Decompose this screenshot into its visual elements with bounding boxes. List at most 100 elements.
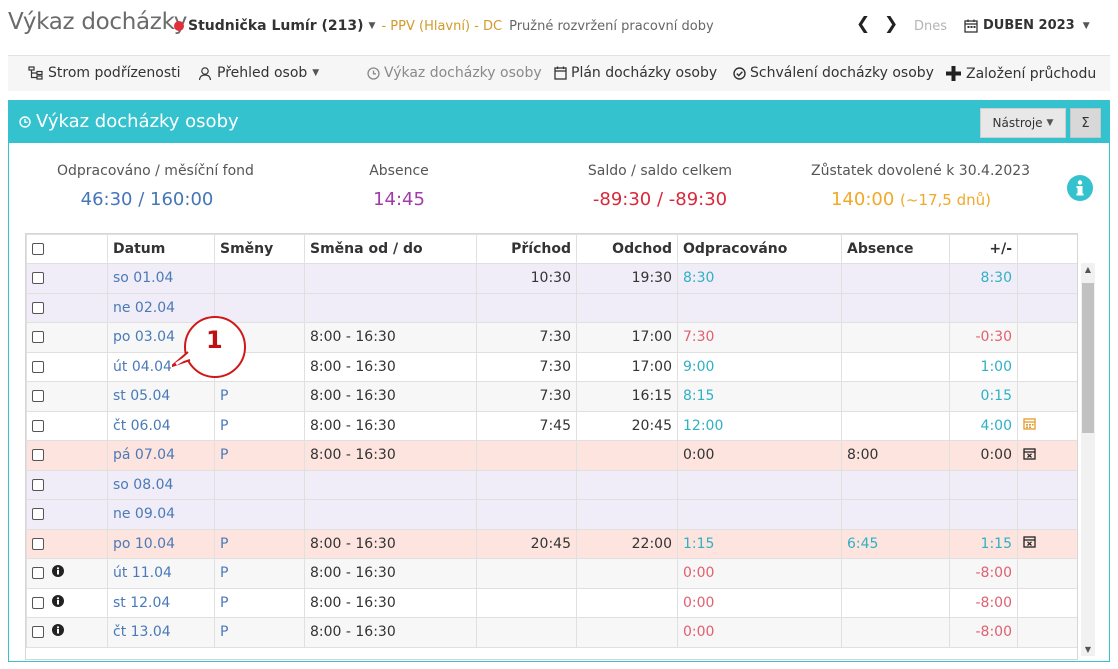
approval-button[interactable]: Schválení docházky osoby (733, 65, 934, 81)
absence-cell (841, 499, 950, 530)
shift-cell: P (214, 528, 305, 559)
info-icon[interactable] (52, 565, 64, 581)
tools-label: Nástroje (992, 116, 1043, 130)
absence-value: 14:45 (373, 189, 425, 210)
overview-label: Přehled osob (217, 65, 308, 81)
col-shift-range[interactable]: Směna od / do (304, 234, 477, 264)
overview-button[interactable]: Přehled osob ▼ (198, 65, 325, 81)
month-selector[interactable]: DUBEN 2023 ▼ (964, 18, 1096, 33)
date-cell[interactable]: ne 09.04 (107, 499, 215, 530)
table-row[interactable]: pá 07.04 P 8:00 - 16:30 0:00 8:00 0:00 (26, 440, 1077, 471)
row-checkbox[interactable] (32, 596, 44, 609)
calendar-x-icon[interactable] (1023, 448, 1036, 464)
arrival-cell: 20:45 (476, 528, 577, 559)
row-checkbox[interactable] (32, 360, 44, 373)
col-shifts[interactable]: Směny (214, 234, 305, 264)
row-checkbox[interactable] (32, 419, 44, 432)
create-button[interactable]: Založení průchodu (945, 65, 1096, 82)
date-cell[interactable]: po 10.04 (107, 528, 215, 559)
tools-dropdown[interactable]: Nástroje ▼ (980, 108, 1066, 138)
date-cell[interactable]: čt 06.04 (107, 410, 215, 441)
select-all-checkbox[interactable] (32, 243, 44, 255)
table-row[interactable]: út 11.04 P 8:00 - 16:30 0:00 -8:00 (26, 558, 1077, 589)
table-row[interactable]: čt 13.04 P 8:00 - 16:30 0:00 -8:00 (26, 617, 1077, 648)
date-cell[interactable]: so 08.04 (107, 469, 215, 500)
scroll-down-icon[interactable]: ▼ (1081, 645, 1095, 654)
scroll-thumb[interactable] (1082, 283, 1094, 433)
row-select-cell (26, 528, 108, 559)
table-row[interactable]: čt 06.04 P 8:00 - 16:30 7:45 20:45 12:00 4:00 (26, 410, 1077, 441)
status-dot-icon (174, 21, 184, 31)
table-row[interactable]: ne 09.04 (26, 499, 1077, 530)
info-icon[interactable] (1067, 175, 1093, 205)
calendar-icon[interactable] (1023, 418, 1036, 434)
col-date[interactable]: Datum (107, 234, 215, 264)
table-row[interactable]: so 08.04 (26, 469, 1077, 500)
row-action-cell (1017, 351, 1077, 382)
col-arrival[interactable]: Příchod (476, 234, 577, 264)
date-cell[interactable]: so 01.04 (107, 263, 215, 294)
employee-selector[interactable]: Studnička Lumír (213) ▼ - PPV (Hlavní) -… (174, 18, 714, 34)
info-icon[interactable] (52, 594, 64, 611)
table-row[interactable]: po 10.04 P 8:00 - 16:30 20:45 22:00 1:15 6:45 1… (26, 528, 1077, 559)
row-checkbox[interactable] (32, 390, 44, 403)
shift-range-cell: 8:00 - 16:30 (304, 528, 477, 559)
worked-label: Odpracováno / měsíční fond (57, 163, 254, 179)
row-action-cell (1017, 381, 1077, 412)
table-scrollbar[interactable]: ▲ ▼ (1081, 263, 1095, 656)
absence-cell (841, 587, 950, 618)
department-label: - PPV (Hlavní) - DC (381, 18, 503, 34)
departure-cell: 16:15 (576, 381, 678, 412)
select-all-cell (26, 234, 108, 264)
panel-title: Výkaz docházky osoby (19, 111, 239, 132)
row-select-cell (26, 322, 108, 353)
absence-cell: 8:00 (841, 440, 950, 471)
table-row[interactable]: so 01.04 10:30 19:30 8:30 8:30 (26, 263, 1077, 294)
table-row[interactable]: st 05.04 P 8:00 - 16:30 7:30 16:15 8:15 0:15 (26, 381, 1077, 412)
toolbar: Strom podřízenosti Přehled osob ▼ Výkaz … (8, 55, 1110, 91)
today-button[interactable]: Dnes (914, 19, 947, 34)
worked-cell: 7:30 (677, 322, 842, 353)
worked-cell (677, 499, 842, 530)
row-checkbox[interactable] (32, 272, 44, 285)
info-icon[interactable] (52, 624, 64, 640)
col-departure[interactable]: Odchod (576, 234, 678, 264)
date-cell[interactable]: čt 13.04 (107, 617, 215, 648)
row-checkbox[interactable] (32, 567, 44, 580)
date-cell[interactable]: út 11.04 (107, 558, 215, 589)
callout-number: 1 (206, 326, 223, 354)
plan-button[interactable]: Plán docházky osoby (554, 65, 717, 81)
row-checkbox[interactable] (32, 537, 44, 550)
col-difference[interactable]: +/- (949, 234, 1018, 264)
scroll-up-icon[interactable]: ▲ (1081, 265, 1095, 274)
absence-label: Absence (369, 163, 429, 179)
absence-cell (841, 469, 950, 500)
row-checkbox[interactable] (32, 331, 44, 344)
date-cell[interactable]: st 12.04 (107, 587, 215, 618)
chevron-down-icon: ▼ (312, 68, 320, 78)
sum-button[interactable]: Σ (1070, 108, 1101, 138)
shift-range-cell: 8:00 - 16:30 (304, 322, 477, 353)
worked-cell: 0:00 (677, 587, 842, 618)
date-cell[interactable]: st 05.04 (107, 381, 215, 412)
row-checkbox[interactable] (32, 626, 44, 639)
chevron-down-icon: ▼ (1046, 118, 1054, 128)
row-checkbox[interactable] (32, 449, 44, 462)
col-worked[interactable]: Odpracováno (677, 234, 842, 264)
row-checkbox[interactable] (32, 508, 44, 521)
tree-button[interactable]: Strom podřízenosti (28, 65, 181, 81)
next-month-button[interactable]: ❯ (884, 14, 898, 34)
row-action-cell (1017, 587, 1077, 618)
attendance-table: Datum Směny Směna od / do Příchod Odchod… (25, 233, 1078, 660)
report-button[interactable]: Výkaz docházky osoby (367, 65, 542, 81)
calendar-x-icon[interactable] (1023, 536, 1036, 552)
col-absence[interactable]: Absence (841, 234, 950, 264)
row-checkbox[interactable] (32, 478, 44, 491)
departure-cell (576, 440, 678, 471)
plan-label: Plán docházky osoby (571, 65, 718, 81)
difference-cell: 1:00 (949, 351, 1018, 382)
table-row[interactable]: st 12.04 P 8:00 - 16:30 0:00 -8:00 (26, 587, 1077, 618)
date-cell[interactable]: pá 07.04 (107, 440, 215, 471)
row-checkbox[interactable] (32, 301, 44, 314)
prev-month-button[interactable]: ❮ (856, 14, 870, 34)
